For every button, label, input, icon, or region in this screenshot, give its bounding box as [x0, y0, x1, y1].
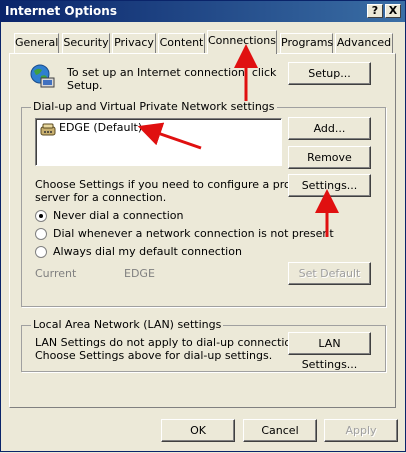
internet-options-window: Internet Options ? X General Security Pr…: [0, 0, 406, 452]
annotation-arrows: [137, 44, 339, 237]
arrow-connection-item: [137, 122, 202, 150]
